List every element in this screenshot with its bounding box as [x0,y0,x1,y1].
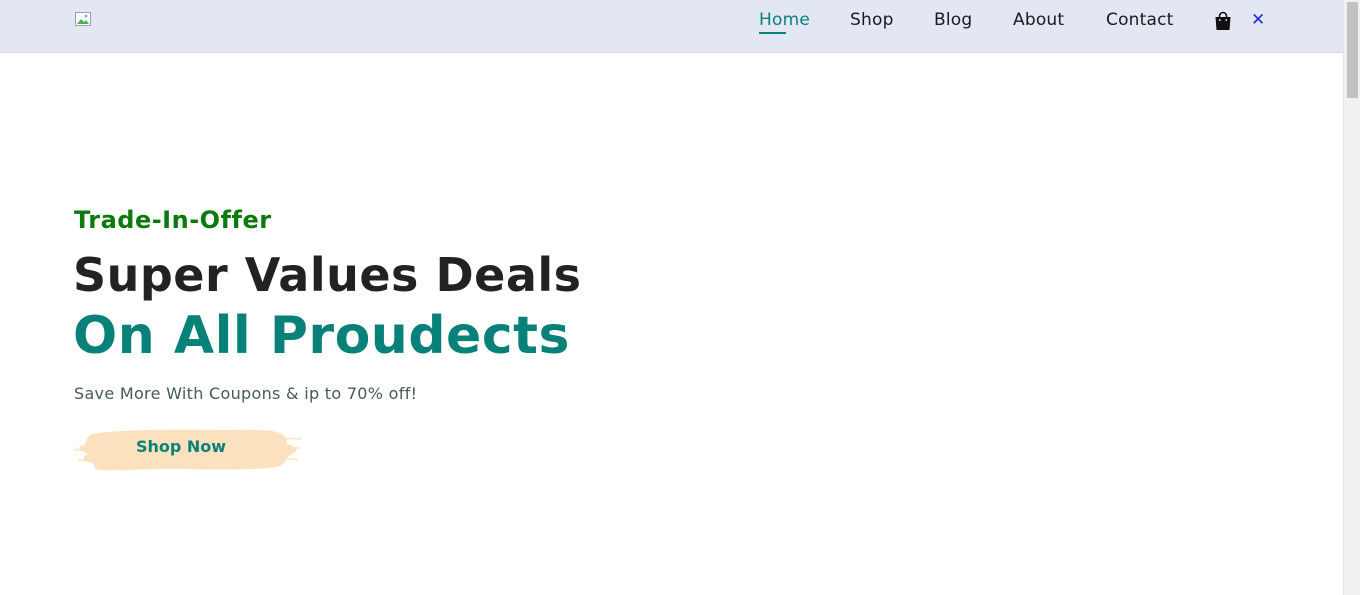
nav-blog[interactable]: Blog [934,10,972,30]
shopping-bag-icon[interactable] [1213,11,1233,31]
nav-active-underline [759,32,786,34]
hero-headline: Super Values Deals [73,248,582,302]
site-header: Home Shop Blog About Contact ✕ [0,0,1343,53]
hero-subtext: Save More With Coupons & ip to 70% off! [74,384,418,403]
vertical-scrollbar[interactable] [1343,0,1360,595]
main-nav: Home Shop Blog About Contact ✕ [0,0,1343,53]
hero-kicker: Trade-In-Offer [74,206,272,234]
scrollbar-thumb[interactable] [1347,2,1358,98]
nav-about[interactable]: About [1013,10,1064,30]
nav-home[interactable]: Home [759,10,810,30]
shop-now-label: Shop Now [135,437,227,456]
hero-headline-accent: On All Proudects [73,306,570,366]
close-icon[interactable]: ✕ [1251,11,1265,29]
nav-contact[interactable]: Contact [1106,10,1174,30]
shop-now-button[interactable]: Shop Now [74,424,304,474]
page: Home Shop Blog About Contact ✕ Trade-In-… [0,0,1360,595]
nav-shop[interactable]: Shop [850,10,894,30]
